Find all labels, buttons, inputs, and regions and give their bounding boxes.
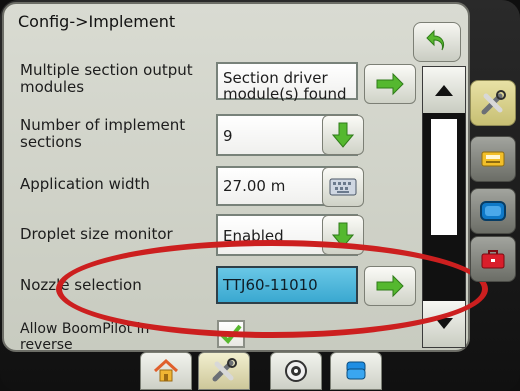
home-icon — [153, 358, 179, 382]
scroll-down-button[interactable] — [423, 301, 465, 347]
scrollbar[interactable] — [422, 66, 466, 348]
bottom-tab-tools[interactable] — [198, 352, 250, 390]
arrow-down-icon — [332, 122, 354, 148]
page-title: Config->Implement — [18, 12, 176, 31]
side-tab-console[interactable] — [470, 136, 516, 182]
arrow-right-icon — [376, 274, 404, 298]
triangle-up-icon — [435, 85, 453, 96]
row-label-allow-boompilot-in-reverse: Allow BoomPilot in reverse — [20, 321, 150, 353]
bottom-tab-gps[interactable] — [270, 352, 322, 390]
bottom-tab-home[interactable] — [140, 352, 192, 390]
application-width-keyboard-button[interactable] — [322, 167, 364, 207]
config-panel: Config->Implement Multiple section outpu… — [2, 2, 488, 353]
display-icon — [480, 201, 506, 221]
back-arrow-icon — [426, 29, 445, 51]
row-label-number-of-implement-sections: Number of implement sections — [20, 116, 186, 151]
gps-icon — [285, 360, 307, 382]
side-tab-display[interactable] — [470, 188, 516, 234]
side-tab-tools[interactable] — [470, 80, 516, 126]
layers-icon — [346, 361, 366, 380]
open-multiple-section-output-modules-button[interactable] — [364, 64, 416, 104]
back-button[interactable] — [413, 22, 461, 62]
arrow-right-icon — [376, 72, 404, 96]
keyboard-icon — [329, 178, 357, 196]
value-multiple-section-output-modules[interactable]: Section driver module(s) found — [216, 62, 358, 102]
row-label-nozzle-selection: Nozzle selection — [20, 276, 142, 294]
tools-icon — [481, 90, 506, 115]
checkmark-icon — [220, 324, 242, 344]
device-frame: Config->Implement Multiple section outpu… — [0, 0, 520, 391]
number-of-implement-sections-dropdown-button[interactable] — [322, 115, 364, 155]
droplet-size-monitor-dropdown-button[interactable] — [322, 215, 364, 255]
value-nozzle-selection[interactable]: TTJ60-11010 — [216, 266, 358, 304]
row-label-application-width: Application width — [20, 175, 150, 193]
scroll-up-button[interactable] — [423, 67, 465, 113]
toolbox-icon — [481, 250, 505, 269]
open-nozzle-selection-button[interactable] — [364, 266, 416, 306]
tools-icon — [212, 358, 237, 382]
bottom-tab-layers[interactable] — [330, 352, 382, 390]
side-tab-toolbox[interactable] — [470, 236, 516, 282]
scroll-thumb[interactable] — [431, 119, 457, 235]
row-label-droplet-size-monitor: Droplet size monitor — [20, 225, 173, 243]
triangle-down-icon — [435, 318, 453, 329]
console-icon — [481, 151, 505, 167]
arrow-down-icon — [332, 222, 354, 248]
allow-boompilot-in-reverse-checkbox[interactable] — [217, 320, 245, 348]
row-label-multiple-section-output-modules: Multiple section output modules — [20, 61, 193, 96]
